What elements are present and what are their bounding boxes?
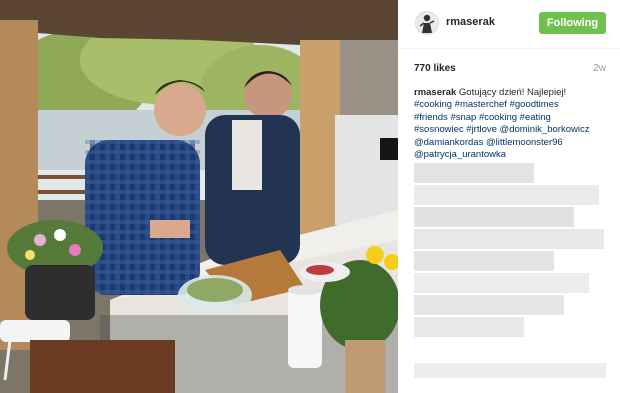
caption-line-2: #cooking #masterchef #goodtimes [414,99,608,111]
comments-blurred-area [414,163,606,378]
hashtag-link[interactable]: #goodtimes [510,99,559,110]
caption-username[interactable]: rmaserak [414,87,456,98]
hashtag-link[interactable]: #friends [414,112,448,123]
hashtag-link[interactable]: #cooking [414,99,452,110]
caption-line-3: #friends #snap #cooking #eating [414,112,608,124]
username-link[interactable]: rmaserak [446,16,495,28]
post-time: 2w [593,63,606,74]
mention-link[interactable]: @patrycja_urantowka [414,149,506,160]
hashtag-link[interactable]: #snap [450,112,476,123]
post-stats: 770 likes 2w [414,63,606,77]
hashtag-link[interactable]: #jrtlove [466,124,497,135]
caption-line-1: rmaserak Gotujący dzień! Najlepiej! [414,87,608,99]
hashtag-link[interactable]: #cooking [479,112,517,123]
blurred-comment [414,163,534,183]
mention-link[interactable]: @littlemoonster96 [486,137,563,148]
blurred-comment [414,363,606,378]
caption-line-6: @patrycja_urantowka [414,149,608,161]
post-side-panel: rmaserak Following 770 likes 2w rmaserak… [398,0,620,393]
caption-text: Gotujący dzień! Najlepiej! [458,87,567,98]
blurred-comment [414,317,524,337]
cooking-scene-image [0,0,398,393]
hashtag-link[interactable]: #sosnowiec [414,124,464,135]
user-avatar-icon[interactable] [415,11,439,35]
caption-line-4: #sosnowiec #jrtlove @dominik_borkowicz [414,124,608,136]
post-caption: rmaserak Gotujący dzień! Najlepiej! #coo… [414,87,608,161]
blurred-comment [414,229,604,249]
post-header: rmaserak Following [398,0,620,49]
blurred-comment [414,273,589,293]
blurred-comment [414,185,599,205]
avatar-silhouette [416,12,438,34]
blurred-comment [414,295,564,315]
blurred-comment [414,251,554,271]
likes-count[interactable]: 770 likes [414,63,456,74]
post-photo [0,0,398,393]
mention-link[interactable]: @dominik_borkowicz [500,124,590,135]
hashtag-link[interactable]: #masterchef [455,99,507,110]
mention-link[interactable]: @damiankordas [414,137,483,148]
caption-line-5: @damiankordas @littlemoonster96 [414,137,608,149]
hashtag-link[interactable]: #eating [520,112,551,123]
following-button[interactable]: Following [539,12,606,34]
blurred-comment [414,207,574,227]
